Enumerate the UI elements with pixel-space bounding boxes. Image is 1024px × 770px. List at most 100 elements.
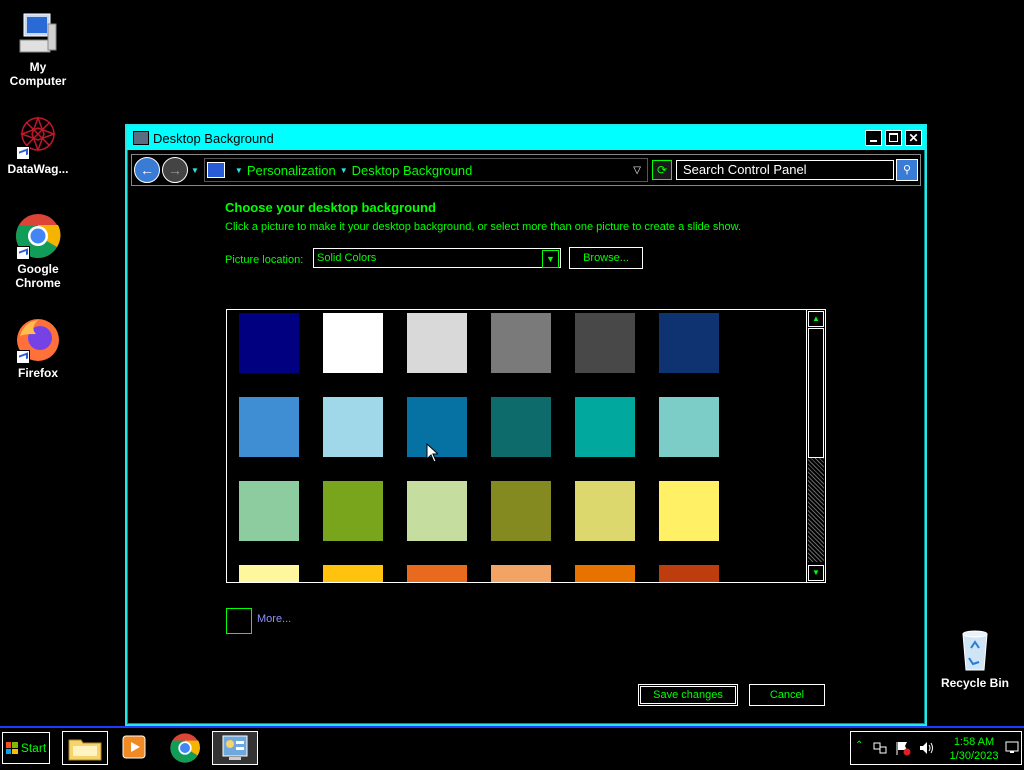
desktop-icon-chrome[interactable]: Google Chrome bbox=[0, 212, 76, 290]
chevron-down-icon[interactable]: ▼ bbox=[542, 250, 559, 268]
desktop-background-window: Desktop Background ✕ ← → ▼ ▼ Personaliza… bbox=[125, 124, 927, 726]
control-panel-icon bbox=[206, 162, 225, 178]
forward-button[interactable]: → bbox=[162, 157, 188, 183]
color-swatch[interactable] bbox=[575, 313, 635, 373]
color-swatch[interactable] bbox=[407, 565, 467, 582]
clock[interactable]: 1:58 AM 1/30/2023 bbox=[943, 735, 1005, 763]
refresh-button[interactable]: ⟳ bbox=[652, 160, 672, 180]
desktop-icon-recycle-bin[interactable]: Recycle Bin bbox=[936, 626, 1014, 690]
vertical-scrollbar[interactable]: ▲ ▼ bbox=[806, 310, 825, 582]
desktop-icon-label: DataWag... bbox=[7, 162, 69, 176]
search-icon[interactable]: ⚲ bbox=[896, 159, 918, 181]
color-swatch[interactable] bbox=[239, 397, 299, 457]
color-swatch[interactable] bbox=[575, 397, 635, 457]
color-swatch[interactable] bbox=[239, 481, 299, 541]
address-bar: ← → ▼ ▼ Personalization ▼ Desktop Backgr… bbox=[131, 154, 921, 186]
taskbar: Start ⌃ 1:58 AM 1/30/2023 bbox=[0, 726, 1024, 770]
breadcrumb-desktop-background[interactable]: Desktop Background bbox=[352, 163, 473, 178]
color-swatch[interactable] bbox=[659, 481, 719, 541]
scroll-thumb[interactable] bbox=[808, 328, 824, 458]
color-swatch[interactable] bbox=[323, 397, 383, 457]
scroll-track[interactable] bbox=[808, 458, 824, 562]
color-swatch[interactable] bbox=[323, 565, 383, 582]
more-checkbox[interactable] bbox=[226, 608, 252, 634]
picture-location-label: Picture location: bbox=[225, 254, 304, 266]
mouse-cursor-icon bbox=[426, 443, 438, 463]
show-hidden-icons-icon[interactable]: ⌃ bbox=[855, 740, 863, 751]
chevron-down-icon[interactable]: ▼ bbox=[235, 166, 243, 175]
address-dropdown-icon[interactable]: ▽ bbox=[633, 165, 641, 176]
chevron-down-icon[interactable]: ▼ bbox=[340, 166, 348, 175]
desktop-icon-my-computer[interactable]: My Computer bbox=[0, 10, 76, 88]
taskbar-media-player[interactable] bbox=[112, 731, 158, 765]
clock-date: 1/30/2023 bbox=[949, 750, 999, 762]
color-swatch[interactable] bbox=[575, 481, 635, 541]
color-swatch[interactable] bbox=[239, 565, 299, 582]
desktop-icon-label: My Computer bbox=[9, 60, 67, 88]
content-area: Choose your desktop background Click a p… bbox=[127, 188, 925, 724]
address-field[interactable]: ▼ Personalization ▼ Desktop Background ▽ bbox=[203, 158, 648, 182]
show-desktop-icon[interactable] bbox=[1005, 740, 1019, 754]
color-swatch[interactable] bbox=[323, 313, 383, 373]
recycle-bin-icon bbox=[951, 626, 999, 674]
clock-time: 1:58 AM bbox=[953, 736, 995, 748]
color-swatch-list: ▲ ▼ bbox=[226, 309, 826, 583]
page-description: Click a picture to make it your desktop … bbox=[225, 221, 742, 233]
color-swatch[interactable] bbox=[239, 313, 299, 373]
save-changes-button[interactable]: Save changes bbox=[638, 684, 738, 706]
breadcrumb-personalization[interactable]: Personalization bbox=[247, 163, 336, 178]
shortcut-arrow-icon bbox=[16, 350, 30, 364]
system-tray: ⌃ 1:58 AM 1/30/2023 bbox=[850, 731, 1022, 765]
color-swatch[interactable] bbox=[491, 313, 551, 373]
page-heading: Choose your desktop background bbox=[225, 200, 436, 215]
desktop-icon-label: Firefox bbox=[17, 366, 58, 380]
color-swatch[interactable] bbox=[407, 481, 467, 541]
folder-icon bbox=[68, 739, 102, 761]
taskbar-chrome[interactable] bbox=[162, 731, 208, 765]
chrome-icon bbox=[14, 212, 62, 260]
start-button[interactable]: Start bbox=[2, 732, 50, 764]
taskbar-control-panel[interactable] bbox=[212, 731, 258, 765]
color-swatch[interactable] bbox=[407, 313, 467, 373]
desktop-icon-label: Recycle Bin bbox=[940, 676, 1010, 690]
firefox-icon bbox=[14, 316, 62, 364]
windows-logo-icon bbox=[5, 742, 18, 754]
network-icon[interactable] bbox=[873, 741, 887, 755]
back-button[interactable]: ← bbox=[134, 157, 160, 183]
taskbar-explorer[interactable] bbox=[62, 731, 108, 765]
color-swatch[interactable] bbox=[659, 313, 719, 373]
chrome-icon bbox=[170, 733, 200, 763]
close-button[interactable]: ✕ bbox=[905, 130, 922, 146]
color-swatch[interactable] bbox=[491, 565, 551, 582]
cancel-button[interactable]: Cancel bbox=[749, 684, 825, 706]
computer-icon bbox=[14, 10, 62, 58]
color-swatch[interactable] bbox=[323, 481, 383, 541]
more-link[interactable]: More... bbox=[257, 613, 291, 625]
color-swatch[interactable] bbox=[491, 481, 551, 541]
browse-button[interactable]: Browse... bbox=[569, 247, 643, 269]
picture-location-value: Solid Colors bbox=[317, 252, 377, 264]
volume-icon[interactable] bbox=[919, 741, 935, 755]
color-swatch[interactable] bbox=[659, 565, 719, 582]
media-player-icon bbox=[122, 735, 146, 759]
search-input[interactable]: Search Control Panel bbox=[676, 160, 894, 180]
desktop-icon-label: Google Chrome bbox=[15, 262, 61, 290]
maximize-button[interactable] bbox=[885, 130, 902, 146]
minimize-button[interactable] bbox=[865, 130, 882, 146]
window-title: Desktop Background bbox=[153, 130, 274, 146]
control-panel-icon bbox=[133, 131, 149, 145]
desktop-icon-firefox[interactable]: Firefox bbox=[0, 316, 76, 380]
window-titlebar[interactable]: Desktop Background ✕ bbox=[127, 126, 925, 150]
start-label: Start bbox=[20, 741, 47, 755]
scroll-up-button[interactable]: ▲ bbox=[808, 311, 824, 327]
desktop-icon-datawag[interactable]: DataWag... bbox=[0, 112, 76, 176]
action-center-flag-icon[interactable] bbox=[895, 740, 911, 756]
recent-pages-dropdown-icon[interactable]: ▼ bbox=[191, 166, 199, 175]
shortcut-arrow-icon bbox=[16, 246, 30, 260]
color-swatch[interactable] bbox=[575, 565, 635, 582]
picture-location-select[interactable]: Solid Colors ▼ bbox=[313, 248, 561, 268]
color-swatch[interactable] bbox=[659, 397, 719, 457]
color-swatch[interactable] bbox=[491, 397, 551, 457]
scroll-down-button[interactable]: ▼ bbox=[808, 565, 824, 581]
shortcut-arrow-icon bbox=[16, 146, 30, 160]
